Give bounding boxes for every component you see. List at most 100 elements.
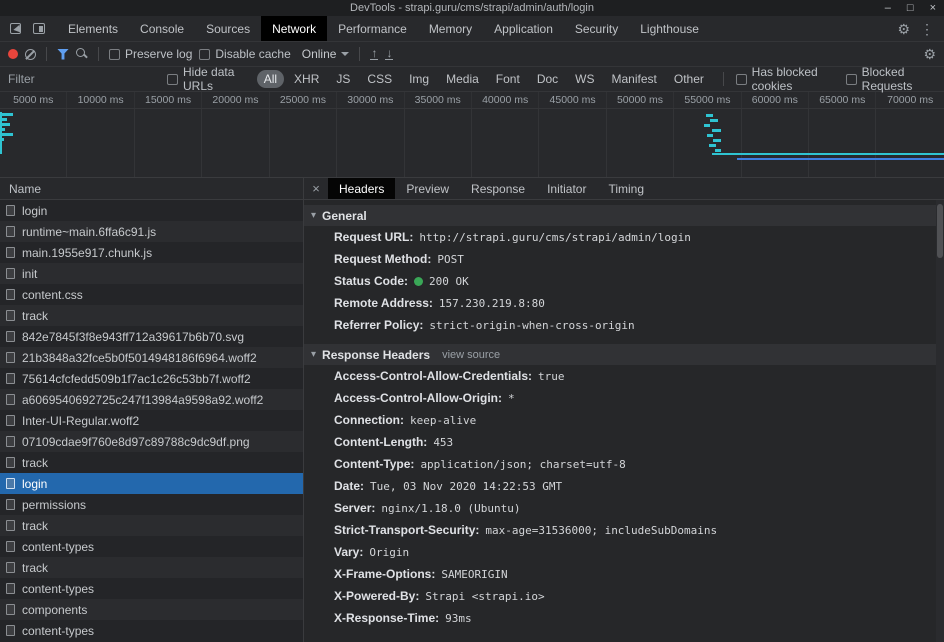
inspect-element-icon[interactable] xyxy=(10,23,21,34)
throttling-select[interactable]: Online xyxy=(302,47,350,61)
waterfall-mark xyxy=(706,114,713,117)
import-har-icon[interactable]: ↑ xyxy=(370,47,379,60)
file-icon xyxy=(6,310,15,321)
request-row[interactable]: components xyxy=(0,599,303,620)
view-source-link[interactable]: view source xyxy=(442,349,500,361)
file-icon xyxy=(6,226,15,237)
header-row: Content-Type: application/json; charset=… xyxy=(334,453,944,475)
header-value: Strapi <strapi.io> xyxy=(425,589,545,603)
file-icon xyxy=(6,625,15,636)
preserve-log-checkbox[interactable]: Preserve log xyxy=(109,47,192,61)
request-name: content.css xyxy=(22,287,83,302)
response-headers-section-header[interactable]: ▾ Response Headers view source xyxy=(304,344,944,365)
tab-network[interactable]: Network xyxy=(261,16,328,41)
minimize-icon[interactable]: – xyxy=(885,0,891,16)
has-blocked-cookies-checkbox[interactable]: Has blocked cookies xyxy=(735,65,837,93)
waterfall-mark xyxy=(707,134,713,137)
filter-pill-xhr[interactable]: XHR xyxy=(287,70,326,88)
export-har-icon[interactable]: ↓ xyxy=(385,47,394,60)
filter-pill-ws[interactable]: WS xyxy=(568,70,601,88)
filter-input[interactable] xyxy=(8,72,158,86)
tab-console[interactable]: Console xyxy=(129,16,195,41)
network-overview-waterfall[interactable] xyxy=(0,109,944,178)
time-label: 55000 ms xyxy=(674,92,742,108)
name-column-header[interactable]: Name xyxy=(0,178,303,200)
request-row[interactable]: a6069540692725c247f13984a9598a92.woff2 xyxy=(0,389,303,410)
more-options-icon[interactable]: ⋮ xyxy=(920,22,934,36)
request-row[interactable]: track xyxy=(0,452,303,473)
tab-sources[interactable]: Sources xyxy=(195,16,261,41)
filter-pill-other[interactable]: Other xyxy=(667,70,711,88)
close-details-icon[interactable]: × xyxy=(304,178,328,199)
request-row[interactable]: 07109cdae9f760e8d97c89788c9dc9df.png xyxy=(0,431,303,452)
request-row[interactable]: track xyxy=(0,515,303,536)
tab-headers[interactable]: Headers xyxy=(328,178,396,199)
network-settings-gear-icon[interactable]: ⚙ xyxy=(923,47,936,61)
record-button[interactable] xyxy=(8,49,18,59)
request-row[interactable]: permissions xyxy=(0,494,303,515)
details-scrollbar[interactable] xyxy=(936,200,944,642)
file-icon xyxy=(6,415,15,426)
request-name: 21b3848a32fce5b0f5014948186f6964.woff2 xyxy=(22,350,257,365)
header-name: Content-Length: xyxy=(334,435,428,449)
checkbox-icon[interactable] xyxy=(167,73,178,85)
filter-pill-all[interactable]: All xyxy=(256,70,285,88)
settings-gear-icon[interactable]: ⚙ xyxy=(897,22,910,36)
filter-toggle-icon[interactable] xyxy=(57,48,69,60)
request-row[interactable]: content-types xyxy=(0,536,303,557)
hide-data-urls-checkbox[interactable]: Hide data URLs xyxy=(167,65,248,93)
request-row[interactable]: track xyxy=(0,305,303,326)
general-section-header[interactable]: ▾ General xyxy=(304,205,944,226)
filter-pill-img[interactable]: Img xyxy=(402,70,436,88)
tab-memory[interactable]: Memory xyxy=(418,16,483,41)
request-row[interactable]: content.css xyxy=(0,284,303,305)
tab-performance[interactable]: Performance xyxy=(327,16,418,41)
request-row[interactable]: main.1955e917.chunk.js xyxy=(0,242,303,263)
search-icon[interactable] xyxy=(76,48,88,60)
checkbox-icon[interactable] xyxy=(845,73,857,85)
close-icon[interactable]: × xyxy=(930,0,936,16)
request-row[interactable]: content-types xyxy=(0,578,303,599)
device-toolbar-icon[interactable] xyxy=(33,23,45,34)
header-row: Connection: keep-alive xyxy=(334,409,944,431)
checkbox-icon[interactable] xyxy=(735,73,747,85)
network-toolbar: Preserve log Disable cache Online ↑ ↓ ⚙ xyxy=(0,42,944,67)
disable-cache-checkbox[interactable]: Disable cache xyxy=(199,47,291,61)
request-row[interactable]: 75614cfcfedd509b1f7ac1c26c53bb7f.woff2 xyxy=(0,368,303,389)
checkbox-icon[interactable] xyxy=(199,48,211,60)
request-row[interactable]: login xyxy=(0,200,303,221)
tab-lighthouse[interactable]: Lighthouse xyxy=(629,16,710,41)
maximize-icon[interactable]: □ xyxy=(907,0,914,16)
status-ok-icon xyxy=(414,276,424,286)
tab-label: Memory xyxy=(428,21,473,36)
filter-pill-media[interactable]: Media xyxy=(439,70,486,88)
filter-pill-js[interactable]: JS xyxy=(329,70,357,88)
header-row: Status Code: 200 OK xyxy=(334,270,944,292)
tab-application[interactable]: Application xyxy=(483,16,564,41)
request-row-selected[interactable]: login xyxy=(0,473,303,494)
checkbox-icon[interactable] xyxy=(109,48,120,60)
general-rows: Request URL: http://strapi.guru/cms/stra… xyxy=(304,226,944,336)
request-row[interactable]: content-types xyxy=(0,620,303,641)
filter-pill-doc[interactable]: Doc xyxy=(530,70,565,88)
tab-initiator[interactable]: Initiator xyxy=(536,178,597,199)
request-row[interactable]: track xyxy=(0,557,303,578)
scrollbar-thumb[interactable] xyxy=(937,204,943,258)
tab-security[interactable]: Security xyxy=(564,16,629,41)
filter-pill-manifest[interactable]: Manifest xyxy=(605,70,664,88)
tab-response[interactable]: Response xyxy=(460,178,536,199)
request-name: 842e7845f3f8e943ff712a39617b6b70.svg xyxy=(22,329,244,344)
request-row[interactable]: init xyxy=(0,263,303,284)
blocked-requests-checkbox[interactable]: Blocked Requests xyxy=(845,65,936,93)
tab-timing[interactable]: Timing xyxy=(597,178,655,199)
section-title: General xyxy=(322,208,367,223)
filter-pill-font[interactable]: Font xyxy=(489,70,527,88)
clear-button[interactable] xyxy=(25,48,36,60)
filter-pill-css[interactable]: CSS xyxy=(360,70,399,88)
request-row[interactable]: runtime~main.6ffa6c91.js xyxy=(0,221,303,242)
tab-elements[interactable]: Elements xyxy=(57,16,129,41)
tab-preview[interactable]: Preview xyxy=(395,178,460,199)
request-row[interactable]: Inter-UI-Regular.woff2 xyxy=(0,410,303,431)
request-row[interactable]: 21b3848a32fce5b0f5014948186f6964.woff2 xyxy=(0,347,303,368)
request-row[interactable]: 842e7845f3f8e943ff712a39617b6b70.svg xyxy=(0,326,303,347)
